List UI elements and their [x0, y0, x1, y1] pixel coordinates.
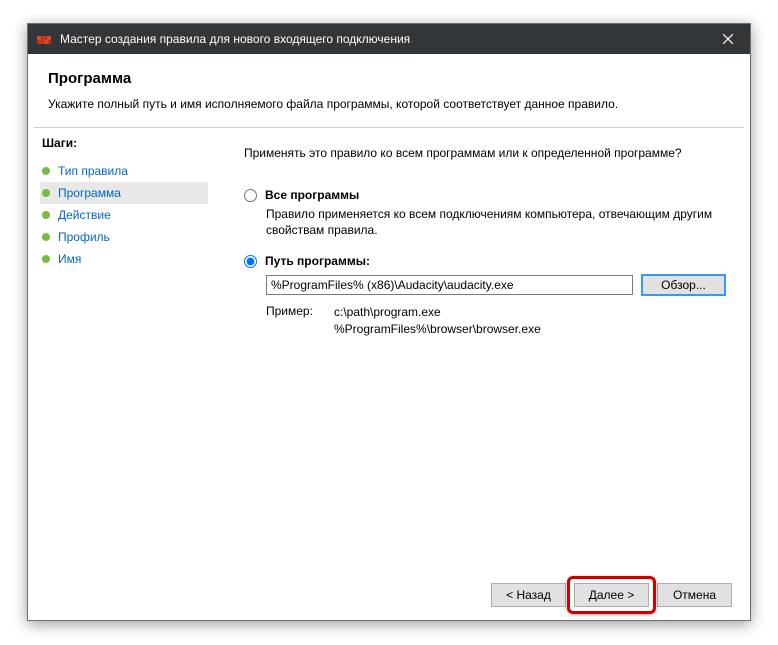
example-row: Пример: c:\path\program.exe %ProgramFile… — [266, 304, 726, 336]
step-label: Имя — [58, 252, 81, 266]
wizard-content: Применять это правило ко всем программам… — [218, 128, 750, 570]
bullet-icon — [42, 211, 50, 219]
wizard-footer: < Назад Далее > Отмена — [28, 570, 750, 620]
example-line-2: %ProgramFiles%\browser\browser.exe — [334, 321, 541, 337]
page-subtitle: Укажите полный путь и имя исполняемого ф… — [48, 97, 730, 111]
steps-heading: Шаги: — [40, 136, 208, 150]
firewall-icon — [36, 31, 52, 47]
example-paths: c:\path\program.exe %ProgramFiles%\brows… — [334, 304, 541, 336]
step-label: Действие — [58, 208, 111, 222]
radio-program-path[interactable] — [244, 255, 257, 268]
step-action[interactable]: Действие — [40, 204, 208, 226]
cancel-button[interactable]: Отмена — [657, 583, 732, 607]
step-label: Тип правила — [58, 164, 128, 178]
bullet-icon — [42, 255, 50, 263]
program-path-input[interactable] — [266, 275, 633, 295]
bullet-icon — [42, 233, 50, 241]
steps-sidebar: Шаги: Тип правила Программа Действие Про… — [28, 128, 218, 570]
close-icon — [723, 34, 733, 44]
step-label: Программа — [58, 186, 121, 200]
radio-all-label: Все программы — [265, 188, 359, 202]
step-program[interactable]: Программа — [40, 182, 208, 204]
window-title: Мастер создания правила для нового входя… — [60, 32, 705, 46]
radio-path-label: Путь программы: — [265, 254, 370, 268]
step-rule-type[interactable]: Тип правила — [40, 160, 208, 182]
radio-all-programs[interactable] — [244, 189, 257, 202]
step-profile[interactable]: Профиль — [40, 226, 208, 248]
wizard-body: Шаги: Тип правила Программа Действие Про… — [28, 128, 750, 570]
page-title: Программа — [48, 70, 730, 87]
back-button[interactable]: < Назад — [491, 583, 566, 607]
wizard-window: Мастер создания правила для нового входя… — [27, 23, 751, 621]
titlebar: Мастер создания правила для нового входя… — [28, 24, 750, 54]
step-label: Профиль — [58, 230, 110, 244]
option-program-path[interactable]: Путь программы: — [244, 254, 726, 268]
step-name[interactable]: Имя — [40, 248, 208, 270]
browse-button[interactable]: Обзор... — [641, 274, 726, 296]
content-prompt: Применять это правило ко всем программам… — [244, 146, 726, 160]
option-all-programs[interactable]: Все программы — [244, 188, 726, 202]
close-button[interactable] — [705, 24, 750, 54]
wizard-header: Программа Укажите полный путь и имя испо… — [28, 54, 750, 119]
example-line-1: c:\path\program.exe — [334, 304, 541, 320]
bullet-icon — [42, 189, 50, 197]
next-button[interactable]: Далее > — [574, 583, 649, 607]
bullet-icon — [42, 167, 50, 175]
example-label: Пример: — [266, 304, 334, 336]
desc-all-programs: Правило применяется ко всем подключениям… — [266, 206, 726, 238]
